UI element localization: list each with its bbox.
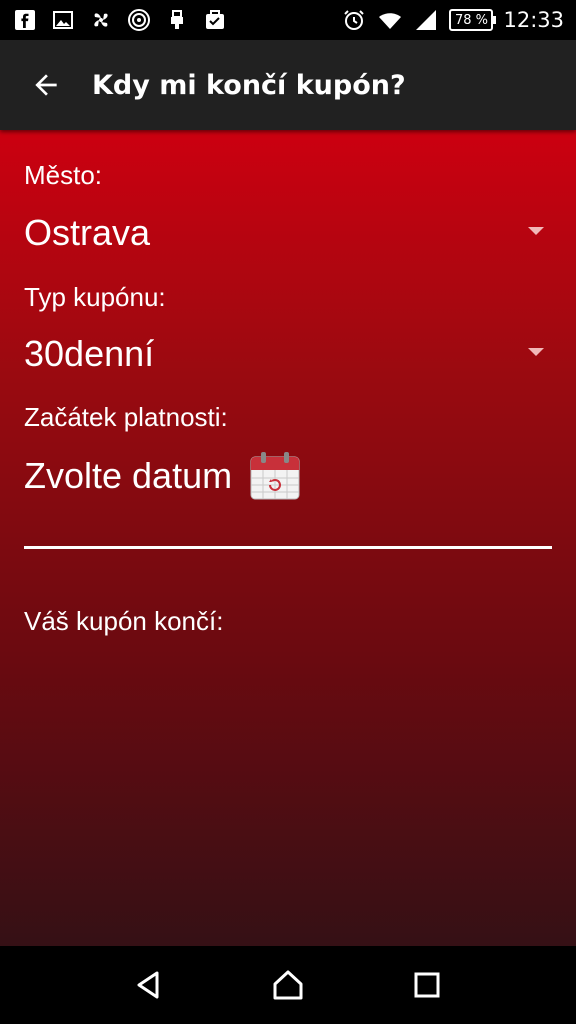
recents-icon — [414, 972, 440, 998]
city-label: Město: — [24, 160, 103, 190]
triangle-back-icon — [137, 971, 159, 999]
nav-recents-button[interactable] — [395, 953, 459, 1017]
nav-home-button[interactable] — [256, 953, 320, 1017]
city-value: Ostrava — [24, 212, 151, 253]
result-label: Váš kupón končí: — [24, 606, 224, 636]
dropdown-arrow-icon — [528, 348, 544, 356]
nav-back-button[interactable] — [117, 953, 181, 1017]
wifi-icon — [377, 7, 403, 33]
date-picker-button[interactable]: Zvolte datum — [24, 444, 302, 508]
usb-icon — [164, 7, 190, 33]
city-spinner[interactable]: Ostrava — [24, 205, 552, 261]
arrow-back-icon — [35, 74, 57, 96]
navigation-bar — [0, 946, 576, 1024]
status-bar: 78 % 12:33 — [0, 0, 576, 40]
page-title: Kdy mi končí kupón? — [92, 69, 406, 101]
pinwheel-icon — [88, 7, 114, 33]
start-label: Začátek platnosti: — [24, 402, 228, 432]
date-value: Zvolte datum — [24, 455, 233, 496]
coupon-type-spinner[interactable]: 30denní — [24, 326, 552, 382]
home-icon — [273, 970, 303, 1000]
battery-indicator: 78 % — [449, 9, 497, 31]
image-icon — [50, 7, 76, 33]
date-underline — [24, 546, 552, 549]
coupon-type-value: 30denní — [24, 333, 155, 374]
cell-signal-icon — [413, 7, 439, 33]
alarm-icon — [341, 7, 367, 33]
coupon-type-label: Typ kupónu: — [24, 282, 166, 312]
status-clock: 12:33 — [503, 8, 564, 32]
back-button[interactable] — [0, 40, 92, 130]
main-content: Město: Ostrava Typ kupónu: 30denní Začát… — [0, 130, 576, 946]
notification-icons — [12, 7, 228, 33]
dropdown-arrow-icon — [528, 227, 544, 235]
task-done-icon — [202, 7, 228, 33]
facebook-icon — [12, 7, 38, 33]
calendar-icon — [250, 452, 300, 500]
app-bar: Kdy mi končí kupón? — [0, 40, 576, 130]
system-icons: 78 % 12:33 — [341, 7, 564, 33]
signal-app-icon — [126, 7, 152, 33]
